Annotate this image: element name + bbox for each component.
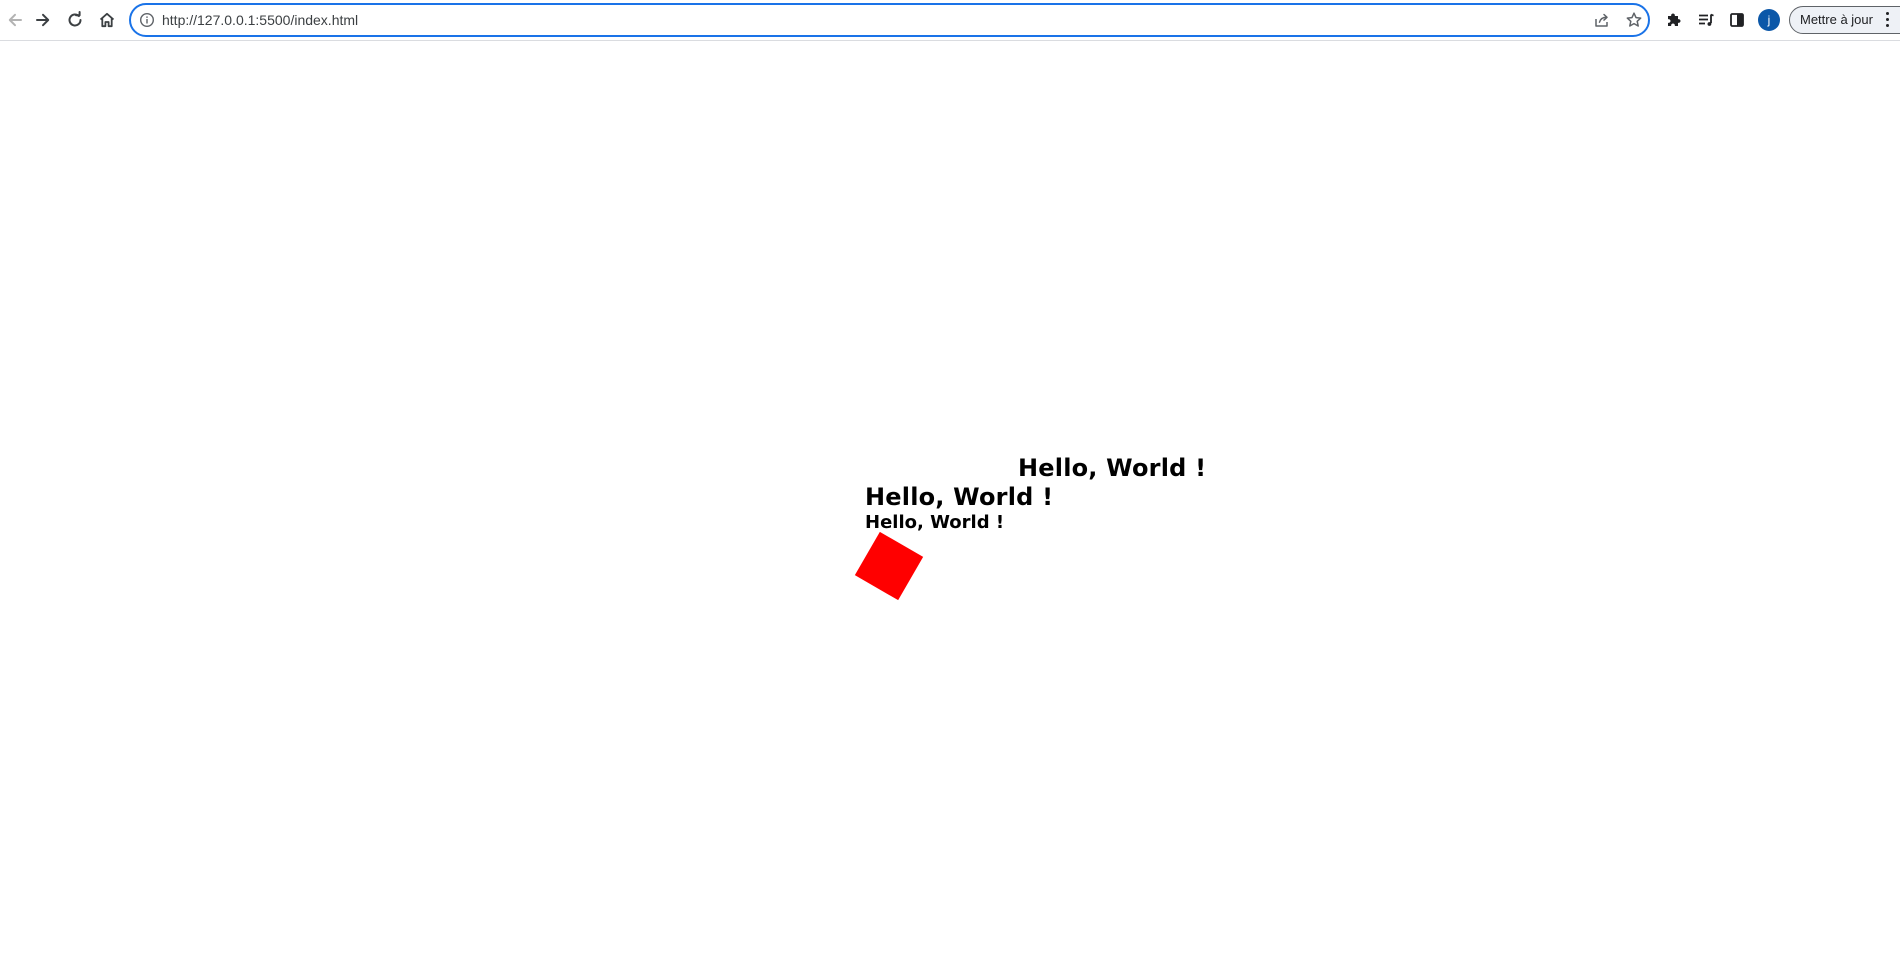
home-button[interactable] <box>92 5 122 35</box>
profile-avatar[interactable]: j <box>1758 9 1780 31</box>
back-button[interactable] <box>0 5 30 35</box>
kebab-menu-icon[interactable] <box>1881 10 1893 30</box>
url-text[interactable]: http://127.0.0.1:5500/index.html <box>162 5 358 35</box>
arrow-right-icon <box>34 11 52 29</box>
side-panel-icon <box>1728 11 1746 29</box>
page-viewport: Hello, World ! Hello, World ! Hello, Wor… <box>0 41 1900 976</box>
share-icon[interactable] <box>1593 11 1611 29</box>
arrow-left-icon <box>6 11 24 29</box>
reload-icon <box>66 11 84 29</box>
forward-button[interactable] <box>28 5 58 35</box>
info-icon[interactable] <box>139 12 155 28</box>
hello-heading-2: Hello, World ! <box>865 483 1054 511</box>
address-bar[interactable]: http://127.0.0.1:5500/index.html <box>129 3 1650 37</box>
media-queue-icon <box>1697 11 1715 29</box>
hello-heading-1: Hello, World ! <box>1018 454 1207 482</box>
hello-heading-3: Hello, World ! <box>865 512 1005 533</box>
star-icon[interactable] <box>1625 11 1643 29</box>
puzzle-icon <box>1665 11 1683 29</box>
reload-button[interactable] <box>60 5 90 35</box>
browser-toolbar: http://127.0.0.1:5500/index.html j Mettr… <box>0 0 1900 41</box>
media-button[interactable] <box>1691 5 1721 35</box>
side-panel-button[interactable] <box>1722 5 1752 35</box>
extensions-button[interactable] <box>1659 5 1689 35</box>
rotated-red-square <box>854 531 924 601</box>
home-icon <box>98 11 116 29</box>
